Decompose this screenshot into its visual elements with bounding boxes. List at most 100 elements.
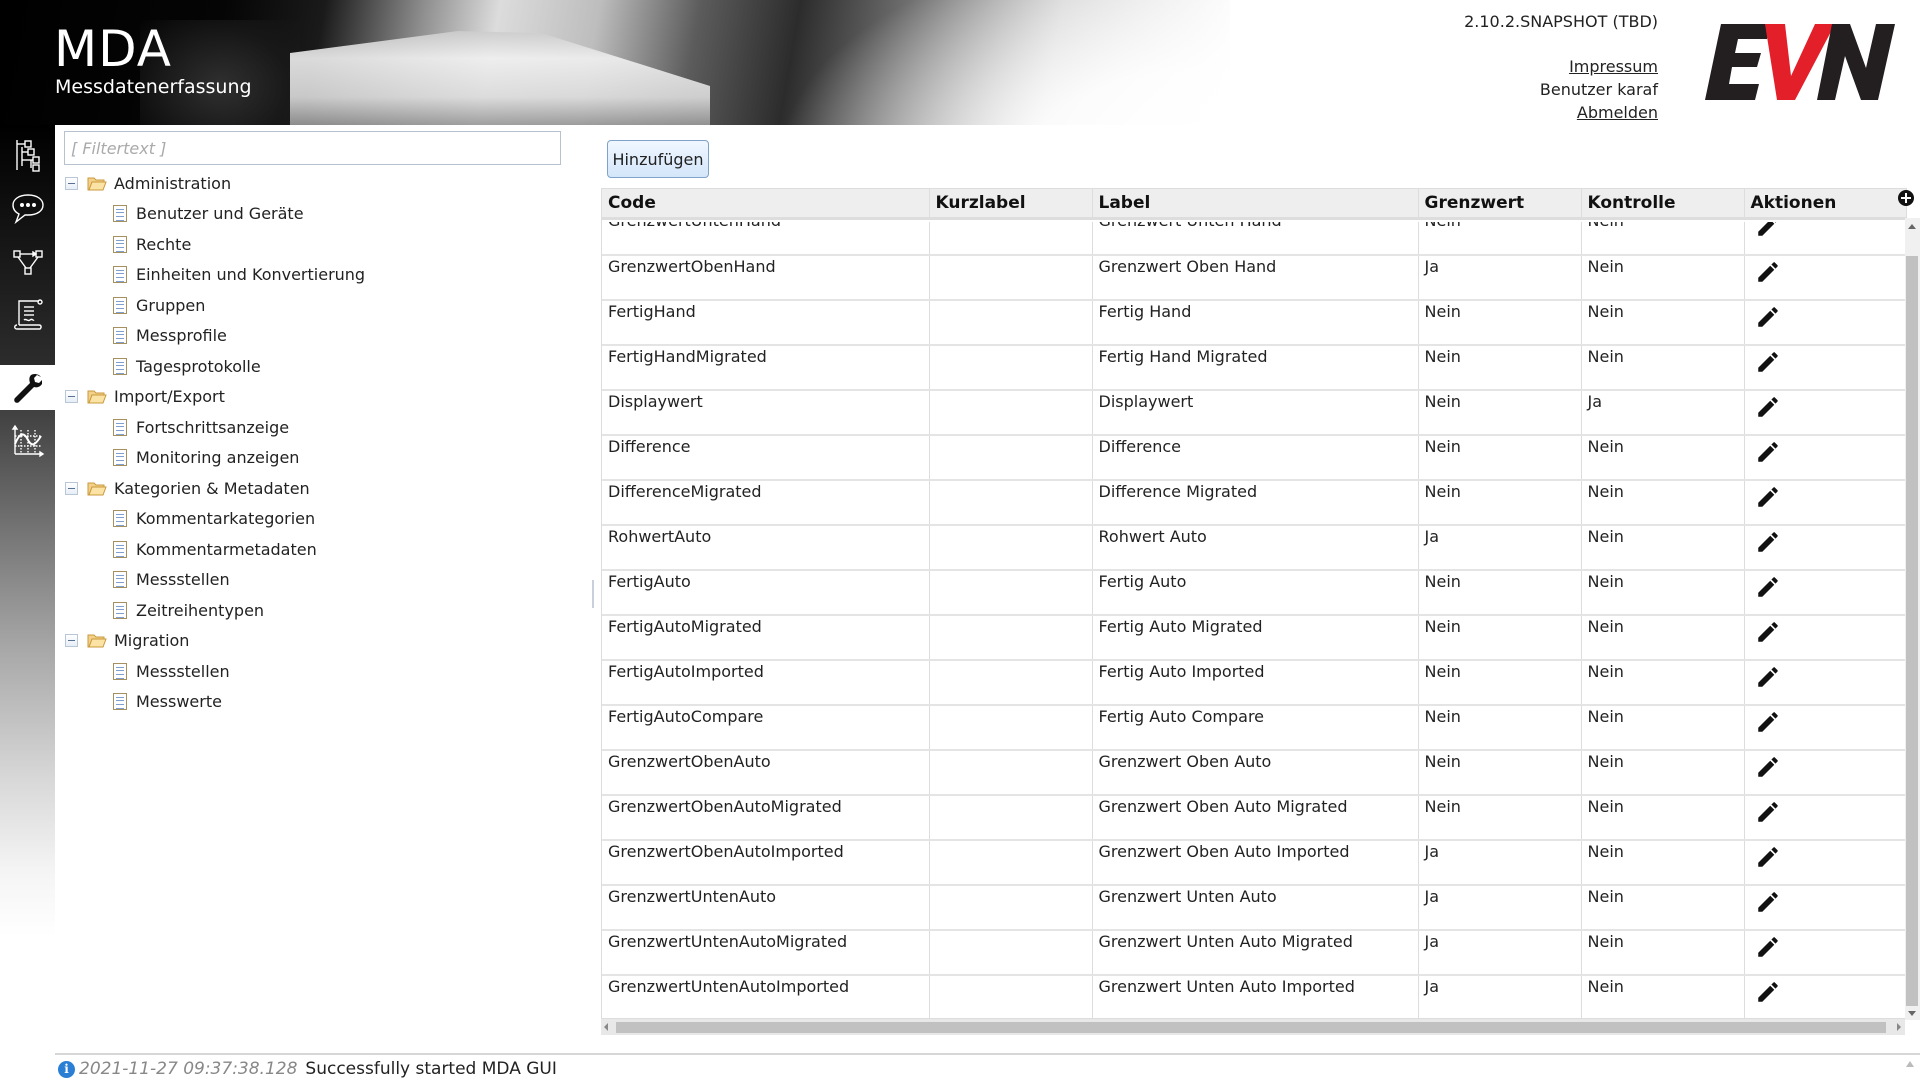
cell-kurzlabel [929, 705, 1093, 751]
impressum-link[interactable]: Impressum [1540, 55, 1658, 78]
panel-splitter-handle[interactable] [592, 580, 594, 608]
table-row[interactable]: Difference Difference Nein Nein [602, 435, 1906, 481]
scroll-up-arrow-icon[interactable] [1908, 224, 1916, 229]
collapse-icon[interactable] [65, 634, 78, 648]
tree-item[interactable]: Messstellen [65, 565, 365, 596]
pencil-icon[interactable] [1755, 304, 1781, 330]
status-scroll-up-icon[interactable] [1906, 1061, 1914, 1067]
cell-aktionen [1744, 390, 1906, 436]
tree-item[interactable]: Gruppen [65, 290, 365, 321]
pencil-icon[interactable] [1755, 934, 1781, 960]
pencil-icon[interactable] [1755, 754, 1781, 780]
tree-item[interactable]: Kommentarkategorien [65, 504, 365, 535]
column-header-code[interactable]: Code [602, 188, 930, 220]
table-row[interactable]: GrenzwertObenHand Grenzwert Oben Hand Ja Ne… [602, 255, 1906, 301]
scroll-left-arrow-icon[interactable] [604, 1023, 608, 1031]
nav-charts[interactable] [0, 418, 55, 463]
tree-item[interactable]: Monitoring anzeigen [65, 443, 365, 474]
pencil-icon[interactable] [1755, 664, 1781, 690]
pencil-icon[interactable] [1755, 259, 1781, 285]
add-button[interactable]: Hinzufügen [607, 140, 709, 178]
tree-folder[interactable]: Administration [65, 168, 365, 199]
table-row[interactable]: FertigHand Fertig Hand Nein Nein [602, 300, 1906, 346]
status-divider [55, 1053, 1920, 1055]
table-row[interactable]: GrenzwertUntenAutoMigrated Grenzwert Unte… [602, 930, 1906, 976]
pencil-icon[interactable] [1755, 889, 1781, 915]
banner-dam [290, 31, 710, 125]
collapse-icon[interactable] [65, 176, 78, 190]
evn-logo [1705, 24, 1895, 100]
tree-folder[interactable]: Import/Export [65, 382, 365, 413]
table-vertical-scrollbar[interactable] [1905, 218, 1920, 1020]
tree-item[interactable]: Benutzer und Geräte [65, 199, 365, 230]
tree-item[interactable]: Einheiten und Konvertierung [65, 260, 365, 291]
tree-item[interactable]: Messwerte [65, 687, 365, 718]
table-row[interactable]: FertigHandMigrated Fertig Hand Migrated Ne… [602, 345, 1906, 391]
nav-comments[interactable] [0, 185, 55, 230]
table-row[interactable]: Displaywert Displaywert Nein Ja [602, 390, 1906, 436]
nav-hierarchy[interactable] [0, 132, 55, 177]
pencil-icon[interactable] [1755, 979, 1781, 1005]
table-row[interactable]: DifferenceMigrated Difference Migrated Nei… [602, 480, 1906, 526]
column-header-kurzlabel[interactable]: Kurzlabel [929, 188, 1093, 220]
pencil-icon[interactable] [1755, 484, 1781, 510]
tree-item[interactable]: Messstellen [65, 656, 365, 687]
table-row[interactable]: GrenzwertUntenHandGrenzwert Unten HandNe… [602, 222, 1906, 256]
folder-open-icon [87, 633, 107, 648]
pencil-icon[interactable] [1755, 709, 1781, 735]
pencil-icon[interactable] [1755, 799, 1781, 825]
pencil-icon[interactable] [1755, 439, 1781, 465]
cell-label: Fertig Auto Migrated [1092, 615, 1419, 661]
hierarchy-icon [15, 139, 40, 172]
tree-item[interactable]: Kommentarmetadaten [65, 534, 365, 565]
logout-link[interactable]: Abmelden [1540, 101, 1658, 124]
tree-item[interactable]: Rechte [65, 229, 365, 260]
pencil-icon[interactable] [1755, 349, 1781, 375]
column-header-kontrolle[interactable]: Kontrolle [1581, 188, 1745, 220]
tree-item[interactable]: Messprofile [65, 321, 365, 352]
nav-protocol[interactable] [0, 291, 55, 336]
tree-folder[interactable]: Kategorien & Metadaten [65, 473, 365, 504]
table-row[interactable]: FertigAutoMigrated Fertig Auto Migrated Ne… [602, 615, 1906, 661]
pencil-icon[interactable] [1755, 529, 1781, 555]
pencil-icon[interactable] [1755, 222, 1781, 239]
table-row[interactable]: RohwertAuto Rohwert Auto Ja Nein [602, 525, 1906, 571]
table-row[interactable]: FertigAutoImported Fertig Auto Imported Ne… [602, 660, 1906, 706]
status-bar: i 2021-11-27 09:37:38.128 Successfully s… [58, 1058, 557, 1080]
column-header-label[interactable]: Label [1092, 188, 1419, 220]
table-row[interactable]: FertigAutoCompare Fertig Auto Compare Nein… [602, 705, 1906, 751]
table-row[interactable]: GrenzwertObenAuto Grenzwert Oben Auto Nein… [602, 750, 1906, 796]
scroll-down-arrow-icon[interactable] [1908, 1011, 1916, 1016]
scroll-right-arrow-icon[interactable] [1897, 1023, 1901, 1031]
nav-workflow[interactable] [0, 238, 55, 283]
cell-label: Grenzwert Unten Auto Migrated [1092, 930, 1419, 976]
pencil-icon[interactable] [1755, 844, 1781, 870]
add-column-icon[interactable] [1898, 190, 1914, 206]
cell-aktionen [1744, 570, 1906, 616]
table-row[interactable]: GrenzwertUntenAuto Grenzwert Unten Auto Ja… [602, 885, 1906, 931]
tree-item[interactable]: Zeitreihentypen [65, 595, 365, 626]
nav-administration[interactable] [0, 365, 55, 410]
table-row[interactable]: GrenzwertUntenAutoImported Grenzwert Unte… [602, 975, 1906, 1020]
cell-grenzwert: Nein [1418, 795, 1582, 841]
table-row[interactable]: GrenzwertObenAutoMigrated Grenzwert Oben … [602, 795, 1906, 841]
scrollbar-thumb[interactable] [1906, 256, 1918, 1006]
tree-folder[interactable]: Migration [65, 626, 365, 657]
table-horizontal-scrollbar[interactable] [601, 1018, 1905, 1035]
collapse-icon[interactable] [65, 481, 78, 495]
tree-item[interactable]: Fortschrittsanzeige [65, 412, 365, 443]
pencil-icon[interactable] [1755, 394, 1781, 420]
column-header-grenzwert[interactable]: Grenzwert [1418, 188, 1582, 220]
tree-item[interactable]: Tagesprotokolle [65, 351, 365, 382]
tree-filter-input[interactable] [64, 131, 561, 165]
cell-kurzlabel [929, 615, 1093, 661]
collapse-icon[interactable] [65, 390, 78, 404]
table-row[interactable]: GrenzwertObenAutoImported Grenzwert Oben … [602, 840, 1906, 886]
pencil-icon[interactable] [1755, 619, 1781, 645]
table-row[interactable]: FertigAuto Fertig Auto Nein Nein [602, 570, 1906, 616]
pencil-icon[interactable] [1755, 574, 1781, 600]
cell-kontrolle: Nein [1581, 435, 1745, 481]
cell-kurzlabel [929, 750, 1093, 796]
cell-grenzwert: Nein [1418, 300, 1582, 346]
scrollbar-thumb[interactable] [616, 1022, 1886, 1033]
